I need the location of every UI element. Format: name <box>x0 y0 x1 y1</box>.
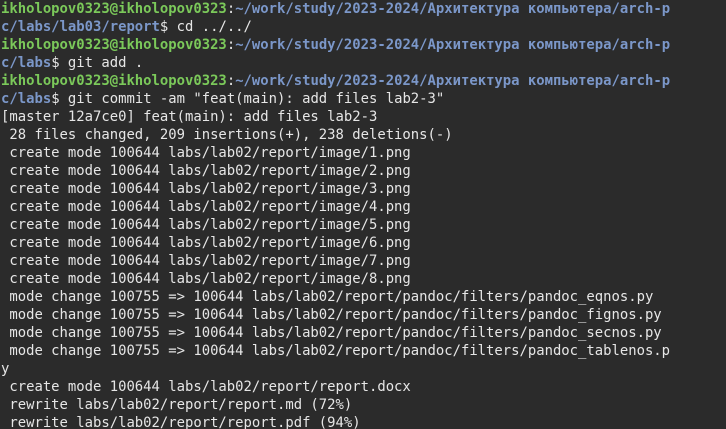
output-line: [master 12a7ce0] feat(main): add files l… <box>1 109 378 125</box>
prompt-dollar: $ <box>51 91 60 107</box>
prompt-line-continued: c/labs$ git commit -am "feat(main): add … <box>1 90 726 108</box>
output-line: rewrite labs/lab02/report/report.md (72%… <box>1 397 353 413</box>
prompt-line: ikholopov0323@ikholopov0323:~/work/study… <box>1 0 726 18</box>
prompt-user-host: ikholopov0323@ikholopov0323 <box>1 37 227 53</box>
prompt-path-continued: c/labs <box>1 91 52 107</box>
output-line: create mode 100644 labs/lab02/report/ima… <box>1 235 411 251</box>
prompt-line-continued: c/labs$ git add . <box>1 54 726 72</box>
prompt-line-continued: c/labs/lab03/report$ cd ../../ <box>1 18 726 36</box>
prompt-line: ikholopov0323@ikholopov0323:~/work/study… <box>1 72 726 90</box>
output-line: create mode 100644 labs/lab02/report/ima… <box>1 181 411 197</box>
output-line: mode change 100755 => 100644 labs/lab02/… <box>1 343 671 359</box>
prompt-separator: : <box>226 1 236 17</box>
output-line: mode change 100755 => 100644 labs/lab02/… <box>1 325 662 341</box>
prompt-line: ikholopov0323@ikholopov0323:~/work/study… <box>1 36 726 54</box>
prompt-separator: : <box>226 73 236 89</box>
terminal-window[interactable]: ikholopov0323@ikholopov0323:~/work/study… <box>0 0 726 429</box>
prompt-path: ~/work/study/2023-2024/Архитектура компь… <box>235 73 671 89</box>
output-line: rewrite labs/lab02/report/report.pdf (94… <box>1 415 361 429</box>
prompt-path: ~/work/study/2023-2024/Архитектура компь… <box>235 1 671 17</box>
prompt-user-host: ikholopov0323@ikholopov0323 <box>1 1 227 17</box>
output-line: create mode 100644 labs/lab02/report/ima… <box>1 163 411 179</box>
prompt-path-continued: c/labs/lab03/report <box>1 19 160 35</box>
output-line: mode change 100755 => 100644 labs/lab02/… <box>1 307 662 323</box>
output-line: 28 files changed, 209 insertions(+), 238… <box>1 127 453 143</box>
command-text: git commit -am "feat(main): add files la… <box>59 91 445 107</box>
output-line: y <box>1 361 10 377</box>
output-line: create mode 100644 labs/lab02/report/ima… <box>1 271 411 287</box>
prompt-path-continued: c/labs <box>1 55 52 71</box>
output-line: create mode 100644 labs/lab02/report/rep… <box>1 379 411 395</box>
command-text: cd ../../ <box>168 19 252 35</box>
command-text: git add . <box>59 55 144 71</box>
output-line: create mode 100644 labs/lab02/report/ima… <box>1 253 411 269</box>
prompt-dollar: $ <box>51 55 60 71</box>
output-line: create mode 100644 labs/lab02/report/ima… <box>1 145 411 161</box>
output-line: create mode 100644 labs/lab02/report/ima… <box>1 217 411 233</box>
output-line: mode change 100755 => 100644 labs/lab02/… <box>1 289 654 305</box>
prompt-path: ~/work/study/2023-2024/Архитектура компь… <box>235 37 671 53</box>
prompt-user-host: ikholopov0323@ikholopov0323 <box>1 73 227 89</box>
output-line: create mode 100644 labs/lab02/report/ima… <box>1 199 411 215</box>
prompt-separator: : <box>226 37 236 53</box>
